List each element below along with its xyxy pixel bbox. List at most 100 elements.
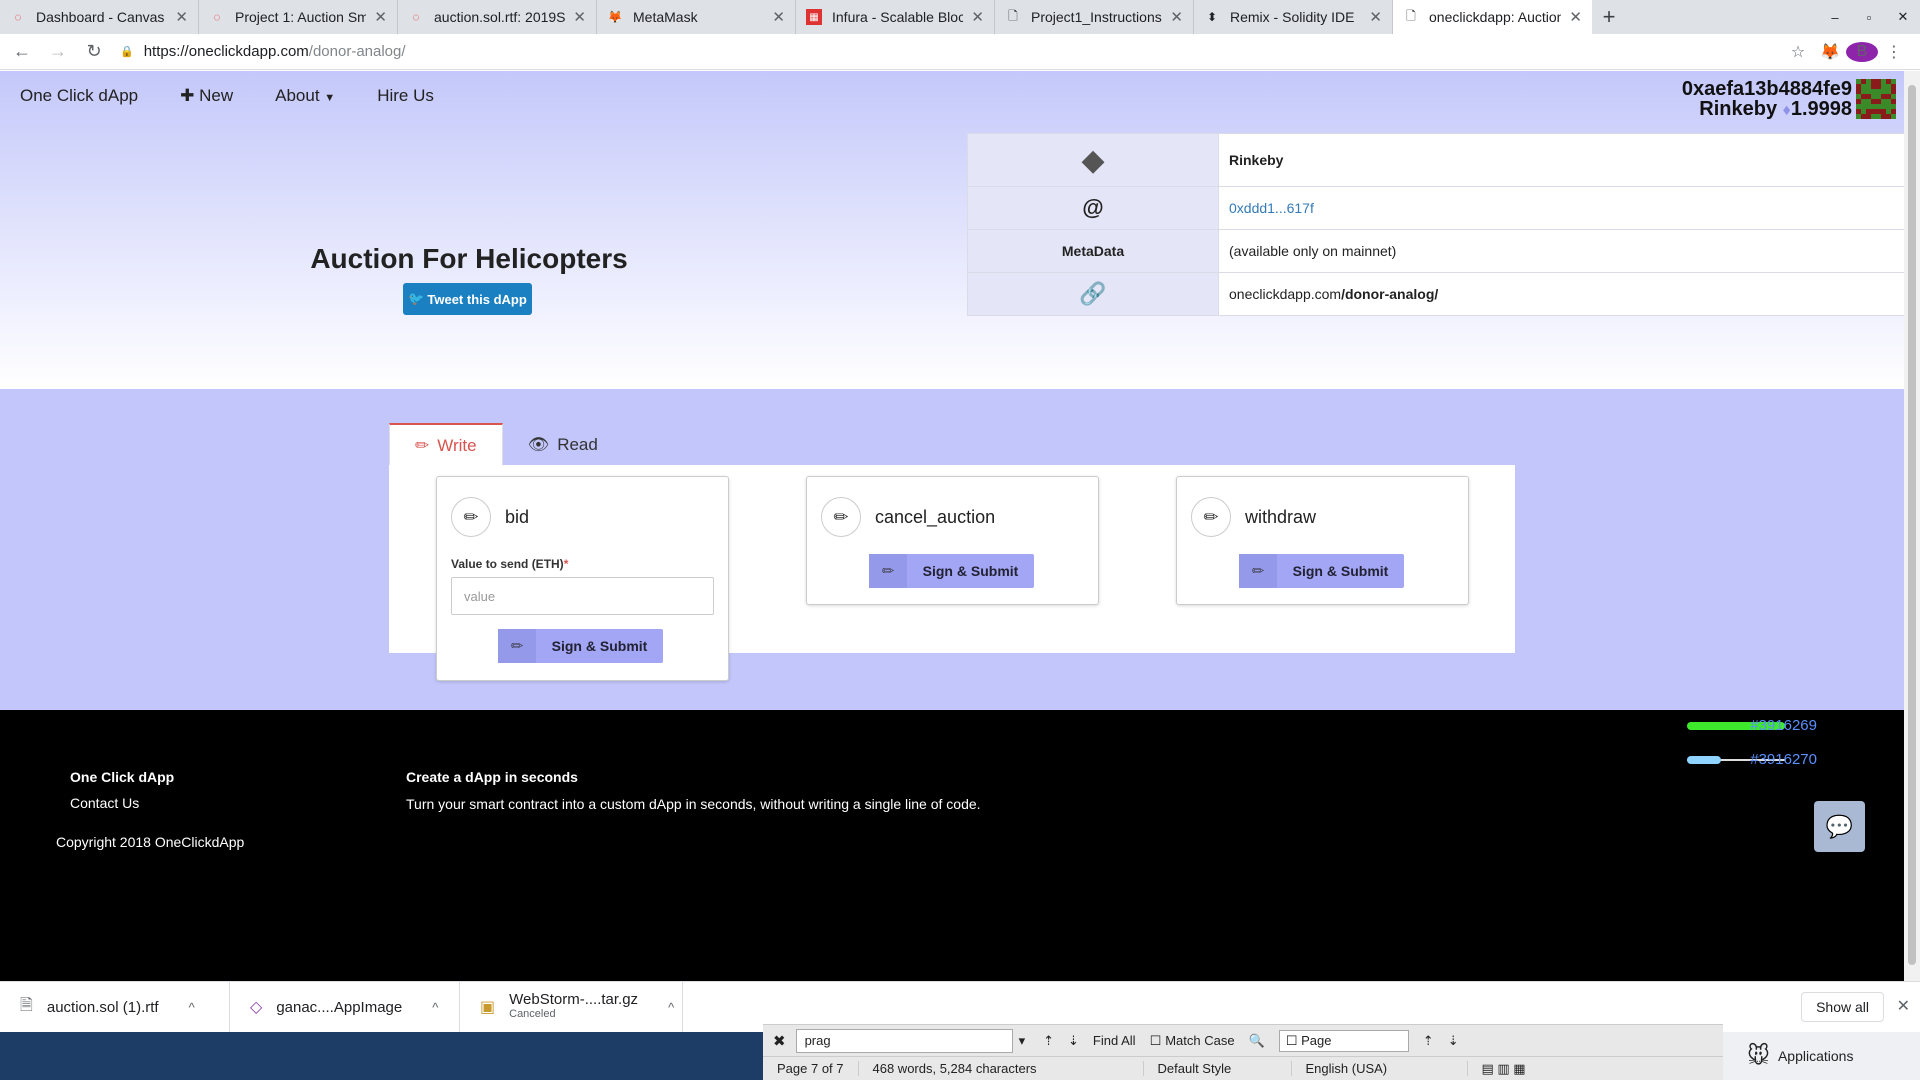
dapp-link-host: oneclickdapp.com bbox=[1229, 286, 1342, 302]
new-label: New bbox=[199, 86, 234, 105]
search-replace-icon[interactable]: 🔍 bbox=[1249, 1033, 1265, 1049]
tab-read[interactable]: 👁 Read bbox=[503, 423, 623, 466]
close-find-icon[interactable]: ✖ bbox=[773, 1032, 786, 1050]
sign-submit-button[interactable]: ✏ Sign & Submit bbox=[1239, 554, 1404, 588]
chain-link-icon: 🔗 bbox=[967, 272, 1219, 316]
sign-submit-button[interactable]: ✏ Sign & Submit bbox=[498, 629, 663, 663]
scrollbar-thumb[interactable] bbox=[1908, 85, 1916, 965]
chevron-up-icon[interactable]: ^ bbox=[189, 1000, 195, 1015]
chevron-up-icon[interactable]: ^ bbox=[432, 1000, 438, 1015]
info-row-address: @ 0xddd1...617f bbox=[967, 186, 1904, 230]
block-progress-fill bbox=[1687, 756, 1722, 764]
nav-down-icon[interactable]: ⇣ bbox=[1448, 1033, 1459, 1049]
browser-tab-active[interactable]: 🗋oneclickdapp: Auction F✕ bbox=[1393, 0, 1592, 34]
close-tab-icon[interactable]: ✕ bbox=[374, 8, 387, 26]
match-case-checkbox[interactable]: ☐ bbox=[1150, 1033, 1162, 1049]
back-icon[interactable]: ← bbox=[8, 38, 36, 66]
find-input[interactable]: prag bbox=[795, 1028, 1013, 1053]
browser-tab[interactable]: ◌Dashboard - Canvas - C✕ bbox=[0, 0, 199, 34]
contract-address-link[interactable]: 0xddd1...617f bbox=[1229, 200, 1314, 216]
pencil-icon: ✏ bbox=[1239, 554, 1277, 588]
download-item[interactable]: 🗎 auction.sol (1).rtf ^ bbox=[0, 981, 230, 1033]
chevron-up-icon[interactable]: ^ bbox=[668, 1000, 674, 1015]
field-label: Value to send (ETH)* bbox=[451, 557, 568, 571]
minimize-icon[interactable]: – bbox=[1818, 0, 1852, 34]
info-row-metadata: MetaData (available only on mainnet) bbox=[967, 229, 1904, 273]
menu-kebab-icon[interactable]: ⋮ bbox=[1878, 42, 1910, 62]
close-tab-icon[interactable]: ✕ bbox=[1569, 8, 1582, 26]
nav-up-icon[interactable]: ⇡ bbox=[1423, 1033, 1434, 1049]
dapp-title: Auction For Helicopters bbox=[310, 243, 628, 274]
about-dropdown[interactable]: About ▼ bbox=[275, 86, 335, 106]
match-case-label: Match Case bbox=[1165, 1033, 1235, 1048]
hire-us-link[interactable]: Hire Us bbox=[377, 86, 434, 106]
new-dapp-link[interactable]: ✚ New bbox=[180, 86, 233, 106]
find-previous-icon[interactable]: ⇡ bbox=[1043, 1033, 1054, 1049]
appimage-icon: ◇ bbox=[250, 999, 263, 1016]
download-item[interactable]: ◇ ganac....AppImage ^ bbox=[230, 981, 460, 1033]
applications-menu[interactable]: 🐭 Applications bbox=[1723, 1032, 1920, 1080]
bookmark-star-icon[interactable]: ☆ bbox=[1782, 42, 1814, 62]
maximize-icon[interactable]: ▫ bbox=[1852, 0, 1886, 34]
tab-write[interactable]: ✏ Write bbox=[389, 423, 503, 466]
page-select-value: Page bbox=[1301, 1032, 1332, 1048]
new-tab-icon[interactable]: + bbox=[1592, 0, 1626, 34]
close-tab-icon[interactable]: ✕ bbox=[772, 8, 785, 26]
block-number[interactable]: #3916269 bbox=[1750, 717, 1817, 734]
function-header: ✏ bid bbox=[451, 497, 529, 537]
address-bar[interactable]: 🔒 https://oneclickdapp.com/donor-analog/ bbox=[120, 38, 1782, 66]
browser-tab[interactable]: 🦊 MetaMask ✕ bbox=[597, 0, 796, 34]
brand-link[interactable]: One Click dApp bbox=[20, 86, 138, 106]
reload-icon[interactable]: ↻ bbox=[80, 38, 108, 66]
page-scrollbar[interactable] bbox=[1904, 71, 1920, 981]
close-window-icon[interactable]: ✕ bbox=[1886, 0, 1920, 34]
about-label: About bbox=[275, 86, 320, 105]
chat-icon[interactable]: 💬 bbox=[1814, 801, 1865, 852]
status-language: English (USA) bbox=[1292, 1061, 1468, 1076]
tab-read-label: Read bbox=[557, 434, 598, 454]
ethereum-icon: ◆ bbox=[967, 133, 1219, 187]
metamask-extension-icon[interactable]: 🦊 bbox=[1814, 42, 1846, 62]
close-tab-icon[interactable]: ✕ bbox=[573, 8, 586, 26]
metadata-value: (available only on mainnet) bbox=[1218, 229, 1904, 273]
find-all-button[interactable]: Find All bbox=[1093, 1033, 1136, 1048]
eth-icon: ♦ bbox=[1782, 102, 1791, 119]
close-tab-icon[interactable]: ✕ bbox=[971, 8, 984, 26]
sign-submit-button[interactable]: ✏ Sign & Submit bbox=[869, 554, 1034, 588]
block-number[interactable]: #3916270 bbox=[1750, 751, 1817, 768]
close-tab-icon[interactable]: ✕ bbox=[1170, 8, 1183, 26]
close-tab-icon[interactable]: ✕ bbox=[1369, 8, 1382, 26]
forward-icon[interactable]: → bbox=[44, 38, 72, 66]
account-balance: 1.9998 bbox=[1790, 98, 1852, 120]
close-tab-icon[interactable]: ✕ bbox=[175, 8, 188, 26]
function-name: bid bbox=[505, 506, 530, 527]
field-label-text: Value to send (ETH) bbox=[451, 557, 564, 571]
view-layout-icons[interactable]: ▤ ▥ ▦ bbox=[1468, 1061, 1540, 1077]
eye-icon: 👁 bbox=[527, 434, 550, 454]
value-input[interactable]: value bbox=[451, 577, 714, 615]
xfce-mouse-icon: 🐭 bbox=[1747, 1043, 1770, 1068]
dapp-link[interactable]: oneclickdapp.com/donor-analog/ bbox=[1218, 272, 1904, 316]
browser-tab[interactable]: 🗋 Project1_Instructions ✕ bbox=[995, 0, 1194, 34]
hero-section: One Click dApp ✚ New About ▼ Hire Us 0xa… bbox=[0, 71, 1904, 389]
dropdown-arrow-icon[interactable]: ▾ bbox=[1019, 1033, 1026, 1049]
download-item[interactable]: ▣ WebStorm-....tar.gz Canceled ^ bbox=[460, 981, 683, 1033]
close-shelf-icon[interactable]: ✕ bbox=[1897, 996, 1910, 1016]
browser-tab[interactable]: ◌Project 1: Auction Smar✕ bbox=[199, 0, 398, 34]
browser-tab[interactable]: ⬍ Remix - Solidity IDE ✕ bbox=[1194, 0, 1393, 34]
write-panel: ✏ bid Value to send (ETH)* value ✏ Sign & … bbox=[389, 465, 1515, 681]
top-navbar: One Click dApp ✚ New About ▼ Hire Us bbox=[0, 71, 456, 121]
contact-us-link[interactable]: Contact Us bbox=[70, 795, 139, 811]
tweet-button[interactable]: 🐦 Tweet this dApp bbox=[403, 283, 532, 315]
info-row-network: ◆ Rinkeby bbox=[967, 133, 1904, 187]
browser-tab[interactable]: ▦Infura - Scalable Blockc✕ bbox=[796, 0, 995, 34]
browser-tab[interactable]: ◌ auction.sol.rtf: 2019SP- ✕ bbox=[398, 0, 597, 34]
function-name: cancel_auction bbox=[875, 506, 996, 527]
function-header: ✏ withdraw bbox=[1191, 497, 1316, 537]
metadata-label: MetaData bbox=[967, 229, 1219, 273]
find-next-icon[interactable]: ⇣ bbox=[1068, 1033, 1079, 1049]
page-select[interactable]: ☐ Page bbox=[1278, 1029, 1409, 1052]
account-summary: 0xaefa13b4884fe9 Rinkeby ♦1.9998 bbox=[1682, 79, 1852, 121]
show-all-button[interactable]: Show all bbox=[1801, 992, 1884, 1022]
profile-avatar[interactable]: B bbox=[1846, 41, 1878, 62]
